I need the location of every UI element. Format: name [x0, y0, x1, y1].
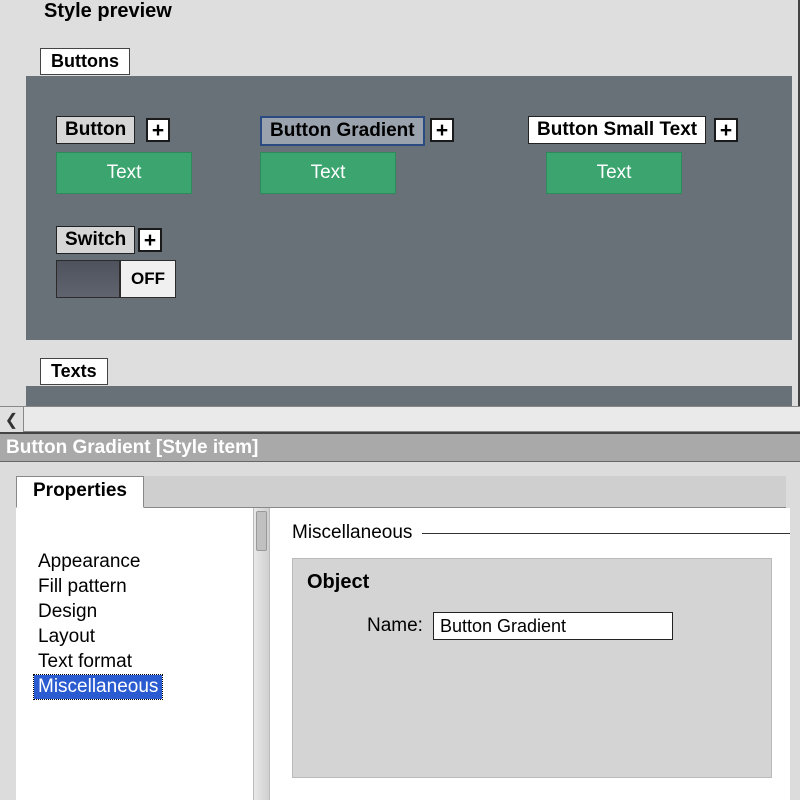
- properties-tabs: Properties: [16, 476, 786, 508]
- category-list: Appearance Fill pattern Design Layout Te…: [16, 508, 270, 800]
- editor-title: Button Gradient [Style item]: [6, 437, 258, 459]
- add-button-gradient[interactable]: +: [430, 118, 454, 142]
- style-item-switch[interactable]: Switch: [56, 226, 135, 254]
- section-rule: [422, 533, 790, 534]
- plus-icon: +: [436, 120, 448, 141]
- tab-properties[interactable]: Properties: [16, 476, 144, 508]
- name-label: Name:: [367, 615, 423, 637]
- style-item-button[interactable]: Button: [56, 116, 135, 144]
- scroll-left-button[interactable]: ❮: [0, 407, 24, 433]
- editor-header: Button Gradient [Style item]: [0, 432, 800, 462]
- plus-icon: +: [720, 120, 732, 141]
- sample-button-small-text[interactable]: Text: [546, 152, 682, 194]
- add-switch[interactable]: +: [138, 228, 162, 252]
- group-tab-buttons[interactable]: Buttons: [40, 48, 130, 75]
- sample-button-gradient[interactable]: Text: [260, 152, 396, 194]
- object-group-title: Object: [307, 571, 757, 594]
- category-scrollbar[interactable]: [253, 508, 269, 800]
- category-design[interactable]: Design: [34, 600, 101, 624]
- preview-panel-texts: [26, 386, 792, 406]
- category-layout[interactable]: Layout: [34, 625, 99, 649]
- style-item-button-gradient[interactable]: Button Gradient: [260, 116, 425, 146]
- plus-icon: +: [152, 120, 164, 141]
- switch-track: [56, 260, 120, 298]
- group-tab-texts[interactable]: Texts: [40, 358, 108, 385]
- page-title: Style preview: [44, 0, 172, 23]
- add-button-small-text[interactable]: +: [714, 118, 738, 142]
- preview-panel-buttons: Button + Text Button Gradient + Text But…: [26, 76, 792, 340]
- sample-switch[interactable]: OFF: [56, 260, 176, 298]
- object-group: Object Name:: [292, 558, 772, 778]
- sample-button[interactable]: Text: [56, 152, 192, 194]
- add-button[interactable]: +: [146, 118, 170, 142]
- style-item-button-small-text[interactable]: Button Small Text: [528, 116, 706, 144]
- plus-icon: +: [144, 230, 156, 251]
- category-fill-pattern[interactable]: Fill pattern: [34, 575, 131, 599]
- name-input[interactable]: [433, 612, 673, 640]
- scrollbar-thumb[interactable]: [256, 511, 267, 551]
- horizontal-scrollbar[interactable]: ❮: [0, 406, 800, 432]
- chevron-left-icon: ❮: [5, 410, 18, 430]
- switch-handle: OFF: [120, 260, 176, 298]
- category-text-format[interactable]: Text format: [34, 650, 136, 674]
- category-appearance[interactable]: Appearance: [34, 550, 144, 574]
- section-title: Miscellaneous: [292, 522, 412, 544]
- category-miscellaneous[interactable]: Miscellaneous: [34, 675, 162, 699]
